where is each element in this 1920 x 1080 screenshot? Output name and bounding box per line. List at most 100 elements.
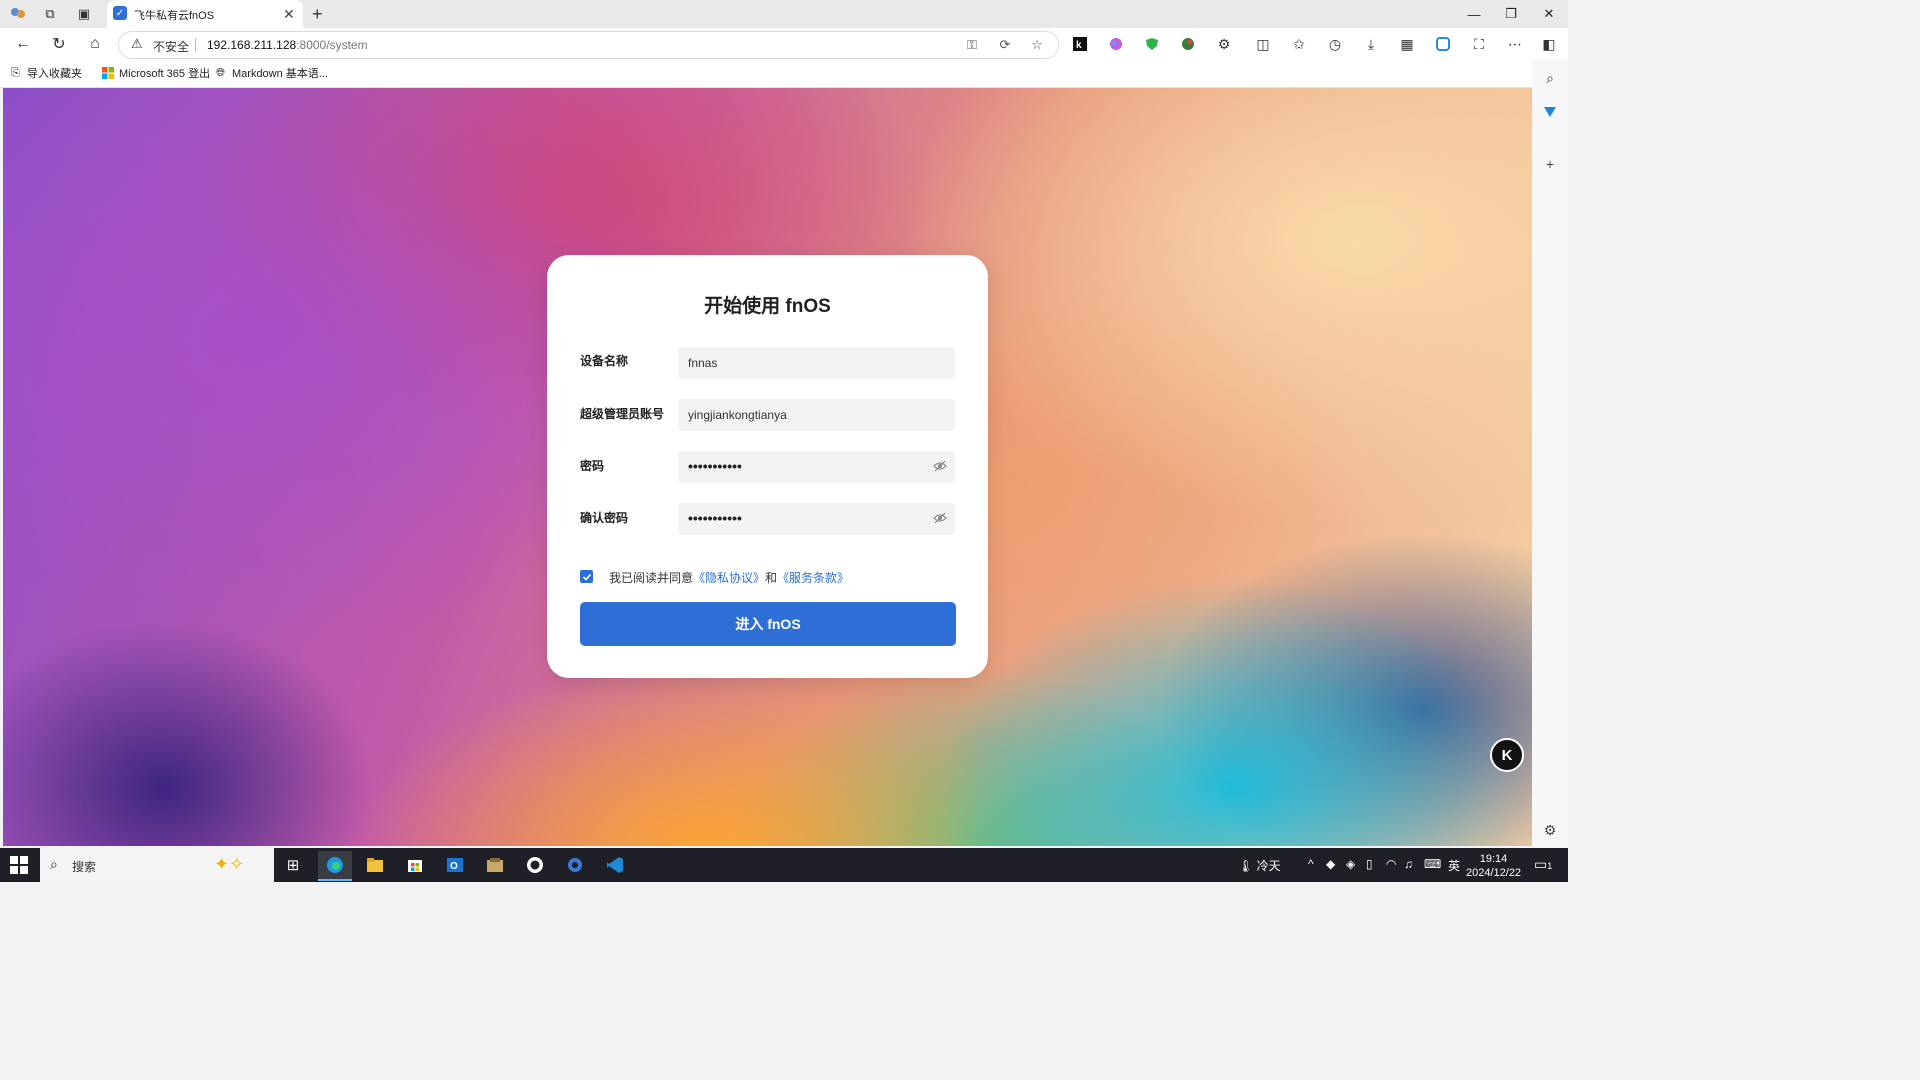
windows-taskbar: ⌕ 搜索 ✦✧ ⊞ O 🌡︎ 冷天 ^ ◆ ◈ ▯ ◠ ♫ ⌨ 英 19:14 … (0, 848, 1568, 882)
tab-active[interactable]: ✓ 飞牛私有云fnOS ✕ (107, 0, 303, 28)
address-divider (195, 38, 196, 52)
github-icon[interactable] (518, 851, 552, 879)
admin-account-input[interactable]: yingjiankongtianya (678, 399, 955, 431)
keyboard-icon[interactable]: ⌨ (1424, 857, 1441, 871)
device-name-label: 设备名称 (580, 354, 629, 368)
bookmark-import-favorites[interactable]: ⎘ 导入收藏夹 (9, 65, 82, 81)
bookmark-label: Microsoft 365 登出 (119, 68, 211, 80)
confirm-password-label: 确认密码 (580, 511, 629, 525)
password-key-icon[interactable]: ⚿ (962, 35, 982, 55)
password-label: 密码 (580, 459, 605, 473)
input-method-indicator[interactable]: 英 (1448, 857, 1460, 874)
clock-time: 19:14 (1479, 853, 1508, 865)
extension-shield-icon[interactable] (1142, 34, 1162, 54)
copilot-icon[interactable] (1433, 34, 1453, 54)
tab-title: 飞牛私有云fnOS (134, 10, 215, 22)
split-screen-icon[interactable]: ◫ (1253, 34, 1273, 54)
back-icon[interactable]: ← (12, 34, 34, 54)
favorites-icon[interactable]: ✩ (1289, 34, 1309, 54)
task-view-icon[interactable]: ⊞ (276, 851, 310, 879)
tray-overflow-icon[interactable]: ^ (1308, 857, 1314, 871)
more-menu-icon[interactable]: ⋯ (1505, 34, 1525, 54)
device-name-value: fnnas (688, 356, 718, 370)
floating-assistant-icon[interactable]: K (1490, 738, 1524, 772)
vscode-icon[interactable] (598, 851, 632, 879)
read-aloud-icon[interactable]: ⟳ (995, 35, 1015, 55)
bookmark-microsoft-365[interactable]: Microsoft 365 登出 (101, 65, 210, 81)
workspaces-icon[interactable]: ⧉ (38, 4, 62, 24)
close-window-button[interactable]: ✕ (1530, 0, 1568, 28)
minimize-button[interactable]: — (1455, 0, 1493, 28)
address-bar[interactable]: ⚠ 不安全 192.168.211.128:8000/system ⚿ ⟳ ☆ (118, 31, 1059, 59)
terms-of-service-link[interactable]: 《服务条款》 (777, 571, 849, 585)
privacy-policy-link[interactable]: 《隐私协议》 (693, 571, 765, 585)
extension-globe-icon[interactable] (1178, 34, 1198, 54)
new-tab-button[interactable]: + (312, 4, 323, 25)
bookmark-markdown[interactable]: 🌐︎ Markdown 基本语... (214, 65, 328, 81)
volume-icon[interactable]: ♫ (1404, 857, 1413, 871)
edge-sidebar: ⌕ + ⚙ (1532, 60, 1568, 848)
sidebar-toggle-icon[interactable]: ◧ (1539, 34, 1559, 54)
toggle-password-visibility-icon[interactable] (933, 459, 949, 475)
admin-account-label: 超级管理员账号 (580, 407, 665, 421)
search-highlight-icon: ✦✧ (214, 854, 245, 874)
favorite-star-icon[interactable]: ☆ (1027, 35, 1047, 55)
profile-icon[interactable] (6, 4, 30, 24)
edge-browser-icon[interactable] (318, 851, 352, 881)
screenshot-icon[interactable]: ⛶ (1469, 34, 1489, 54)
start-button[interactable] (10, 856, 28, 874)
navigation-bar: ← ↻ ⌂ ⚠ 不安全 192.168.211.128:8000/system … (0, 28, 1568, 60)
browser-titlebar: ⧉ ▣ ✓ 飞牛私有云fnOS ✕ + — ❐ ✕ (0, 0, 1568, 28)
url-host: 192.168.211.128 (207, 38, 297, 52)
extensions-puzzle-icon[interactable]: ⚙ (1214, 34, 1234, 54)
microsoft-store-icon[interactable] (398, 851, 432, 879)
admin-account-value: yingjiankongtianya (688, 408, 787, 422)
home-icon[interactable]: ⌂ (84, 34, 106, 54)
toggle-confirm-password-visibility-icon[interactable] (933, 511, 949, 527)
file-explorer-icon[interactable] (358, 851, 392, 879)
restore-button[interactable]: ❐ (1492, 0, 1530, 28)
warning-icon[interactable]: ⚠ (131, 36, 143, 52)
sidebar-settings-icon[interactable]: ⚙ (1540, 820, 1560, 840)
taskbar-search[interactable]: ⌕ 搜索 ✦✧ (40, 848, 274, 882)
device-name-input[interactable]: fnnas (678, 347, 955, 379)
svg-text:k: k (1076, 40, 1082, 51)
app-folder-icon[interactable] (478, 851, 512, 879)
add-sidebar-app-icon[interactable]: + (1540, 154, 1560, 174)
microsoft-logo-icon (101, 67, 114, 80)
page-background: 开始使用 fnOS 设备名称 fnnas 超级管理员账号 yingjiankon… (3, 88, 1532, 846)
weather-widget[interactable]: 🌡︎ 冷天 (1238, 857, 1281, 874)
checkmark-icon (582, 573, 591, 581)
password-input[interactable]: ••••••••••• (678, 451, 955, 483)
insecure-label[interactable]: 不安全 (153, 38, 189, 55)
battery-icon[interactable]: ▯ (1366, 857, 1373, 871)
agree-checkbox[interactable] (580, 570, 593, 583)
confirm-password-input[interactable]: ••••••••••• (678, 503, 955, 535)
tray-app-icon[interactable]: ◆ (1326, 857, 1335, 871)
thermometer-icon: 🌡︎ (1238, 859, 1254, 873)
extension-brain-icon[interactable] (1106, 34, 1126, 54)
notification-center-icon[interactable]: ▭1 (1534, 856, 1552, 873)
globe-icon: 🌐︎ (216, 66, 225, 79)
tab-favicon-icon: ✓ (113, 6, 127, 20)
enter-fnos-button[interactable]: 进入 fnOS (580, 602, 956, 646)
tab-close-icon[interactable]: ✕ (283, 6, 295, 23)
settings-app-icon[interactable] (558, 851, 592, 879)
vertical-tabs-icon[interactable]: ▣ (72, 4, 96, 24)
url-text[interactable]: 192.168.211.128:8000/system (207, 38, 368, 52)
collections-icon[interactable]: ▦ (1397, 34, 1417, 54)
system-clock[interactable]: 19:14 2024/12/22 (1466, 852, 1521, 880)
clock-date: 2024/12/22 (1466, 867, 1522, 879)
agree-prefix: 我已阅读并同意 (609, 571, 694, 585)
setup-card: 开始使用 fnOS 设备名称 fnnas 超级管理员账号 yingjiankon… (547, 255, 988, 678)
outlook-icon[interactable]: O (438, 851, 472, 879)
history-icon[interactable]: ◷ (1325, 34, 1345, 54)
refresh-icon[interactable]: ↻ (48, 34, 70, 54)
search-icon[interactable]: ⌕ (1540, 68, 1560, 88)
extension-k-icon[interactable]: k (1070, 34, 1090, 54)
sidebar-app-icon[interactable] (1540, 102, 1560, 122)
downloads-icon[interactable]: ⤓ (1361, 34, 1381, 54)
wifi-icon[interactable]: ◠ (1386, 857, 1396, 871)
tray-security-icon[interactable]: ◈ (1346, 857, 1355, 871)
password-value: ••••••••••• (688, 458, 742, 474)
